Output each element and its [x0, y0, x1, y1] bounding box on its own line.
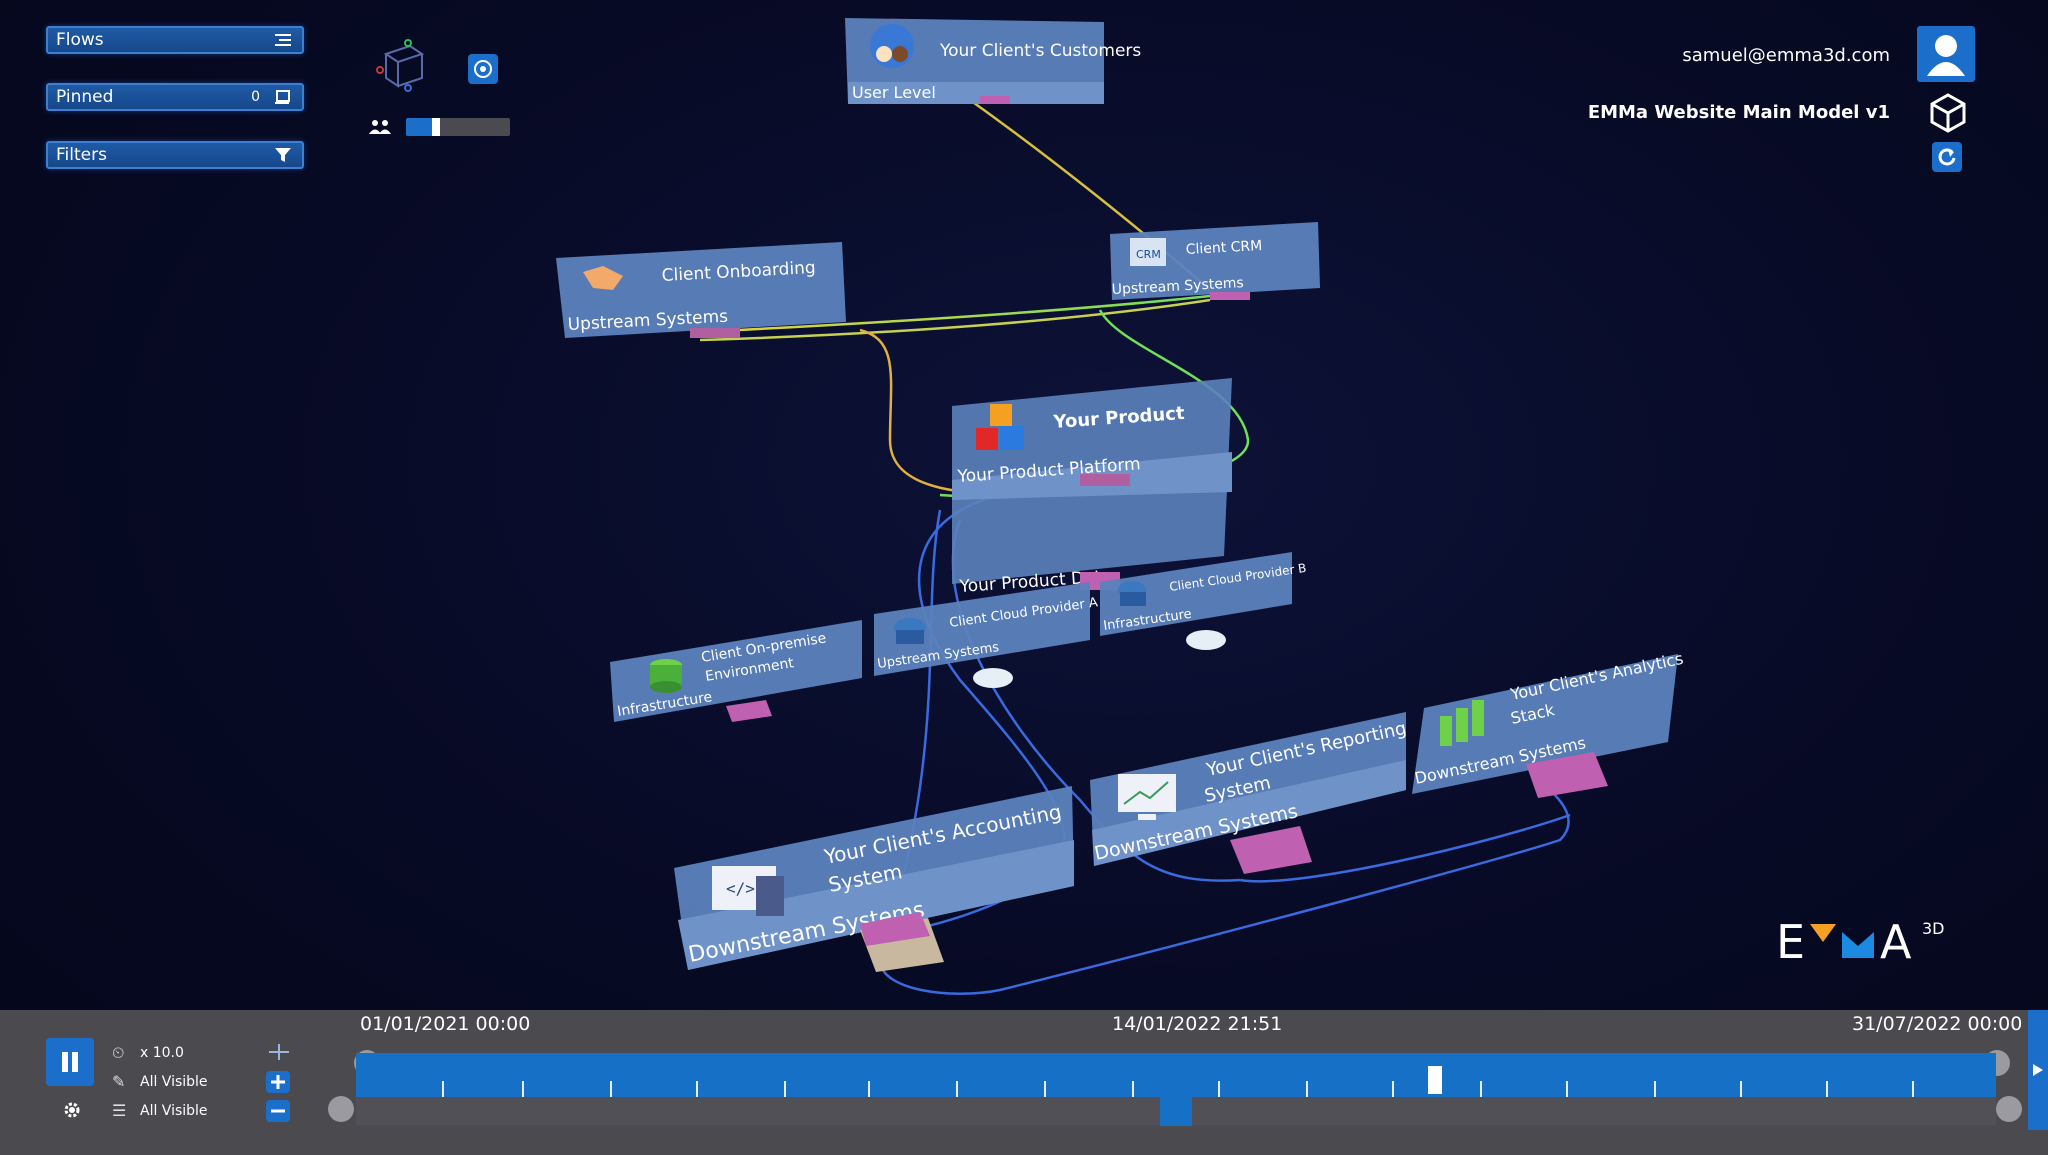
model-scene[interactable]: Your Client's Customers User Level Clien…	[0, 0, 2048, 1010]
svg-text:A: A	[1880, 915, 1912, 969]
visibility-row-2: ☰ All Visible	[112, 1101, 208, 1120]
clock-icon: ⏲	[112, 1043, 125, 1062]
flows-list-icon: ☰	[112, 1101, 127, 1120]
speed-row: ⏲ x 10.0	[112, 1043, 184, 1063]
pause-icon	[62, 1052, 78, 1072]
cloud-db-b-icon	[1118, 581, 1146, 606]
node-cloud-b[interactable]: Client Cloud Provider B Infrastructure	[1100, 552, 1307, 650]
node-product[interactable]: Your Product Your Product Platform Your …	[952, 378, 1232, 597]
visibility-row-1: ✎ All Visible	[112, 1072, 208, 1091]
plus-icon	[271, 1075, 285, 1089]
zoom-in-button[interactable]	[266, 1071, 290, 1093]
play-arrow-icon	[2033, 1064, 2043, 1076]
node-cloud-a[interactable]: Client Cloud Provider A Upstream Systems	[874, 582, 1099, 688]
timeline-scroll-handle[interactable]	[1160, 1094, 1192, 1126]
crm-icon-text: CRM	[1136, 248, 1161, 261]
cloud-b-icon	[1186, 630, 1226, 650]
customers-title: Your Client's Customers	[939, 41, 1141, 61]
pause-button[interactable]	[46, 1038, 94, 1086]
customers-layer: User Level	[852, 83, 936, 102]
zoom-fit-icon[interactable]	[268, 1043, 290, 1061]
code-calculator-icon: </>	[712, 866, 784, 916]
node-onprem[interactable]: Client On-premise Environment Infrastruc…	[610, 620, 862, 722]
zoom-out-button[interactable]	[266, 1100, 290, 1122]
node-customers[interactable]: Your Client's Customers User Level	[845, 18, 1141, 104]
settings-gear-icon[interactable]	[62, 1100, 82, 1120]
cloud-db-icon	[894, 618, 926, 644]
visibility-2: All Visible	[140, 1102, 208, 1119]
timeline-scroll-right-cap	[1996, 1096, 2022, 1122]
timeline-expand-arrow[interactable]	[2028, 1010, 2048, 1130]
timeline-scroll-left-cap	[328, 1096, 354, 1122]
minus-icon	[271, 1109, 285, 1113]
database-icon	[650, 659, 682, 693]
emma-logo: E A 3D	[1776, 914, 1966, 974]
timeline-playhead[interactable]	[1428, 1066, 1442, 1094]
timeline-track[interactable]	[356, 1053, 1996, 1097]
cloud-icon	[973, 668, 1013, 688]
node-analytics[interactable]: Your Client's Analytics Stack Downstream…	[1412, 649, 1685, 798]
node-reporting[interactable]: Your Client's Reporting System Downstrea…	[1090, 712, 1408, 874]
timeline-current: 14/01/2022 21:51	[1112, 1013, 1283, 1035]
crm-icon: CRM	[1130, 238, 1166, 266]
logo-superscript: 3D	[1922, 919, 1945, 938]
timeline-start: 01/01/2021 00:00	[360, 1013, 531, 1035]
brush-icon: ✎	[112, 1072, 126, 1091]
customers-icon	[870, 24, 914, 68]
node-onboarding[interactable]: Client Onboarding Upstream Systems	[556, 242, 846, 338]
svg-text:</>: </>	[726, 879, 755, 898]
logo-e: E	[1776, 915, 1805, 969]
timeline-end: 31/07/2022 00:00	[1852, 1013, 2023, 1035]
node-accounting[interactable]: </> Your Client's Accounting System Down…	[674, 786, 1074, 972]
visibility-1: All Visible	[140, 1073, 208, 1090]
speed-value: x 10.0	[140, 1045, 184, 1061]
node-crm[interactable]: CRM Client CRM Upstream Systems	[1110, 222, 1320, 300]
